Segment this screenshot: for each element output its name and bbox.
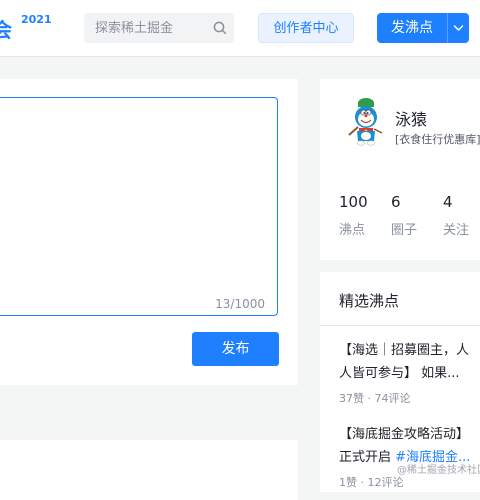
stat-circles[interactable]: 6 圈子 xyxy=(391,193,417,238)
feed-card xyxy=(0,440,298,500)
search-icon[interactable] xyxy=(212,20,228,36)
char-counter: 13/1000 xyxy=(215,297,265,311)
top-navbar: 会 2021 创作者中心 发沸点 xyxy=(0,0,480,57)
stat-pins-label: 沸点 xyxy=(339,223,366,238)
site-watermark: @稀土掘金技术社区 xyxy=(397,465,480,476)
event-logo-text[interactable]: 会 xyxy=(0,14,12,43)
user-profile-card: 泳猿 [衣食住行优惠库] 100 沸点 6 圈子 4 关注 xyxy=(320,79,480,260)
creator-center-button[interactable]: 创作者中心 xyxy=(258,13,354,43)
featured-pin-item[interactable]: 【海选｜招募圈主，人人皆可参与】 如果... 37赞 · 74评论 xyxy=(339,339,479,406)
stat-circles-value: 6 xyxy=(391,193,401,211)
submit-pin-button[interactable]: 发布 xyxy=(192,332,279,366)
publish-pin-button[interactable]: 发沸点 xyxy=(377,13,447,43)
search-box xyxy=(84,13,234,43)
username[interactable]: 泳猿 xyxy=(395,106,427,130)
stat-following-value: 4 xyxy=(443,193,453,211)
publish-pin-button-group: 发沸点 xyxy=(377,13,469,43)
stat-pins[interactable]: 100 沸点 xyxy=(339,193,368,238)
search-input[interactable] xyxy=(84,13,215,43)
featured-pin-body: 【海选｜招募圈主，人人皆可参与】 如果... xyxy=(339,343,470,381)
featured-pin-meta: 37赞 · 74评论 xyxy=(339,392,411,405)
featured-pins-card: 精选沸点 【海选｜招募圈主，人人皆可参与】 如果... 37赞 · 74评论 【… xyxy=(320,272,480,492)
featured-pin-text[interactable]: 【海选｜招募圈主，人人皆可参与】 如果... xyxy=(339,339,479,385)
stat-circles-label: 圈子 xyxy=(391,223,418,238)
pin-editor-card: 13/1000 发布 xyxy=(0,79,298,385)
stat-following-label: 关注 xyxy=(443,223,470,238)
event-logo-year: 2021 xyxy=(21,13,52,26)
stat-following[interactable]: 4 关注 xyxy=(443,193,469,238)
pin-content-textarea[interactable]: 13/1000 xyxy=(0,97,278,316)
doraemon-avatar-icon[interactable] xyxy=(344,97,390,147)
featured-pins-title: 精选沸点 xyxy=(339,292,400,310)
stat-pins-value: 100 xyxy=(339,193,368,211)
chevron-down-icon[interactable] xyxy=(448,13,469,43)
user-bio: [衣食住行优惠库] xyxy=(395,133,480,146)
divider xyxy=(320,325,480,326)
featured-pin-meta: 1赞 · 12评论 xyxy=(339,476,404,489)
